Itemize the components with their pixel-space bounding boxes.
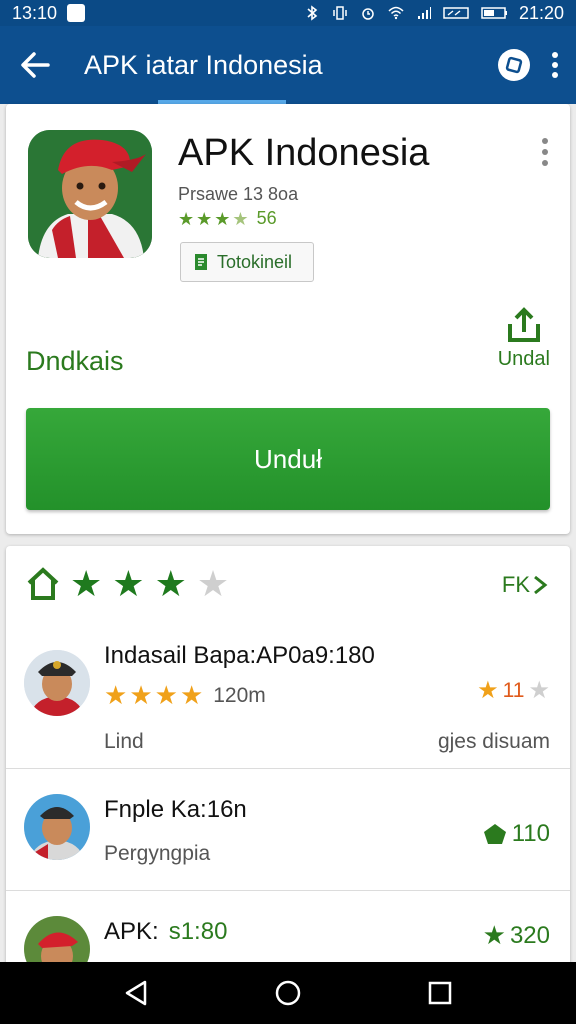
review-rating: ★ ★ ★ ★ 120m: [104, 680, 266, 711]
star-filled-icon: ★: [482, 920, 506, 950]
basket-icon: [483, 824, 506, 844]
share-label: Undal: [497, 348, 550, 370]
bluetooth-icon: [307, 5, 318, 21]
review-rating-text: 120m: [213, 683, 266, 707]
download-count-label: Dndkais: [26, 346, 124, 376]
user-avatar-icon: [24, 794, 90, 860]
app-more-button[interactable]: [542, 138, 548, 166]
chevron-right-icon: [534, 575, 548, 595]
compass-icon: [505, 56, 523, 74]
star-filled-icon: ★: [214, 208, 231, 229]
star-filled-icon: ★: [477, 677, 499, 704]
star-empty-icon: ★: [196, 563, 230, 604]
vibrate-icon: [333, 6, 347, 20]
star-filled-icon: ★: [129, 680, 153, 710]
review-helpful-value: 11: [502, 678, 525, 702]
app-detail-card: APK Indonesia Prsawe 13 8oa ★ ★ ★ ★ 56 T…: [6, 104, 570, 534]
reviews-card: ★ ★ ★ ★ FK Indasail Bapa:AP0a9:180 ★ ★ ★…: [6, 546, 570, 982]
app-icon[interactable]: [28, 130, 152, 258]
review-date: gjes disuam: [437, 730, 550, 753]
star-filled-icon: ★: [196, 208, 213, 229]
app-rating-value: 56: [256, 208, 277, 228]
review-text: Pergyngpia: [104, 842, 211, 865]
nav-recents-icon[interactable]: [425, 978, 455, 1008]
star-filled-icon: ★: [179, 680, 204, 710]
category-tag-label: Totokineil: [217, 251, 293, 272]
review-author: Indasail Bapa:AP0a9:180: [104, 642, 375, 669]
star-filled-icon: ★: [70, 563, 103, 604]
nav-back-icon[interactable]: [121, 978, 151, 1008]
app-meta: Prsawe 13 8oa: [178, 184, 299, 204]
user-avatar-icon: [24, 650, 90, 716]
divider: [6, 890, 570, 891]
system-nav-bar: [0, 962, 576, 1024]
review-like-count: ★ 320: [483, 920, 550, 951]
star-empty-icon: ★: [528, 677, 550, 704]
cartoon-man-icon: [28, 130, 152, 258]
app-bar-title: APK iatar Indonesia: [84, 49, 323, 80]
star-half-icon: ★: [232, 208, 249, 229]
review-like-value: 320: [509, 921, 550, 949]
signal-icon: [417, 7, 431, 19]
review-helpful-count: ★ 11 ★: [477, 676, 550, 705]
home-icon: [27, 567, 59, 600]
app-name: APK Indonesia: [178, 132, 430, 174]
star-filled-icon: ★: [154, 563, 187, 604]
avatar: [24, 650, 90, 716]
back-button[interactable]: [0, 26, 70, 104]
install-button[interactable]: Unduł: [26, 408, 550, 510]
nav-home-icon[interactable]: [273, 978, 303, 1008]
notification-app-icon: [67, 4, 86, 22]
app-bar: APK iatar Indonesia: [0, 26, 576, 104]
alarm-icon: [362, 8, 374, 20]
reviews-rating-filter[interactable]: ★ ★ ★ ★: [26, 566, 229, 602]
profile-button[interactable]: [498, 49, 530, 81]
overflow-menu-button[interactable]: [552, 52, 558, 78]
star-filled-icon: ★: [154, 680, 178, 710]
category-tag-button[interactable]: Totokineil: [180, 242, 314, 282]
review-text: Lind: [104, 730, 144, 753]
see-more-link[interactable]: FK: [502, 572, 548, 598]
review-like-value: 110: [511, 820, 550, 847]
arrow-left-icon: [21, 52, 50, 78]
avatar: [24, 794, 90, 860]
review-author-name: APK:: [104, 918, 159, 945]
share-button[interactable]: Undal: [498, 304, 550, 371]
battery-icon: [481, 7, 507, 19]
status-time-left: 13:10: [12, 2, 58, 23]
wifi-icon: [388, 6, 404, 20]
review-author-extra: s1:80: [168, 918, 228, 945]
review-author: APK: s1:80: [104, 918, 227, 946]
see-more-label: FK: [501, 572, 530, 597]
review-author: Fnple Ka:16n: [104, 796, 247, 823]
star-filled-icon: ★: [104, 680, 128, 710]
status-time-right: 21:20: [518, 2, 564, 23]
star-filled-icon: ★: [112, 563, 145, 604]
battery-saver-icon: [443, 7, 469, 19]
document-icon: [195, 254, 207, 270]
star-filled-icon: ★: [178, 208, 195, 229]
divider: [6, 768, 570, 769]
app-rating: ★ ★ ★ ★ 56: [178, 208, 277, 229]
status-bar: 13:10 21:20: [0, 0, 576, 26]
review-like-count: 110: [482, 820, 550, 848]
share-upload-icon: [507, 307, 540, 342]
